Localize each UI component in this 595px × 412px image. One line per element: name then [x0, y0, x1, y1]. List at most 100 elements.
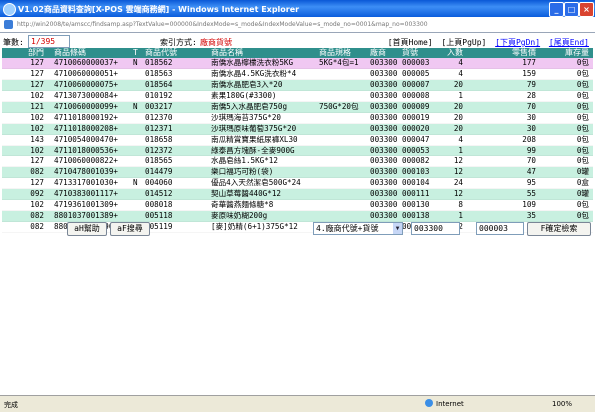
table-row[interactable]: 121 4710060000099+ N 003217 南僑5入水晶肥皂750g 750G… — [2, 101, 593, 113]
first-page-link[interactable]: [首頁Home] — [388, 38, 433, 47]
header-barcode[interactable]: 商品條碼 — [54, 48, 128, 58]
header-name[interactable]: 商品名稱 — [211, 48, 317, 58]
search-button[interactable]: aF搜尋 — [110, 222, 150, 236]
table-cell: 008018 — [145, 200, 173, 210]
table-row[interactable]: 102 4711018000208+ 012371 沙琪瑪原味葡萄375G*20 003… — [2, 123, 593, 135]
page-count-label: 筆數: — [3, 38, 24, 47]
next-page-link[interactable]: [下頁PgDn] — [495, 38, 540, 47]
globe-icon — [425, 399, 433, 407]
header-dept[interactable]: 部門 — [2, 48, 44, 58]
table-row[interactable]: 143 4710054000470+ 018658 南瓜精賞寶果紙尿褲XL30 0033… — [2, 134, 593, 146]
table-cell: 優品4入天然潔皂500G*24 — [211, 178, 301, 188]
table-cell: 000104 — [402, 178, 430, 188]
table-row[interactable]: 127 4713317001030+ N 004060 優品4入天然潔皂500G*24 0… — [2, 178, 593, 190]
table-cell: 000009 — [402, 101, 430, 111]
address-bar[interactable]: http://win2008/te/amscc/findsamp.asp?Tex… — [0, 17, 595, 33]
chevron-down-icon[interactable]: ▼ — [393, 223, 402, 234]
table-cell: 003300 — [370, 156, 398, 166]
table-cell: 0罐 — [576, 189, 589, 199]
table-cell: 8801037001389+ — [54, 211, 119, 221]
prev-page-link[interactable]: [上頁PgUp] — [441, 38, 486, 47]
table-cell: 127 — [30, 178, 44, 188]
table-cell: 018658 — [145, 134, 173, 144]
address-url[interactable]: http://win2008/te/amscc/findsamp.asp?Tex… — [17, 21, 428, 28]
table-cell: 南瓜精賞寶果紙尿褲XL30 — [211, 134, 298, 144]
table-cell: 127 — [30, 79, 44, 89]
header-spec[interactable]: 商品規格 — [319, 48, 367, 58]
table-cell: 20 — [453, 79, 463, 89]
table-cell: 003300 — [370, 167, 398, 177]
header-code[interactable]: 商品代號 — [145, 48, 203, 58]
header-type[interactable]: T — [133, 48, 143, 58]
table-row[interactable]: 127 4710060000822+ 018565 水晶皂絲1.5KG*12 00330… — [2, 156, 593, 168]
table-cell: 南僑水晶肥皂3入*20 — [211, 79, 283, 89]
table-cell: 8 — [458, 200, 463, 210]
minimize-icon[interactable]: _ — [549, 2, 564, 17]
table-cell: 4710060000822+ — [54, 156, 119, 166]
table-cell: 0包 — [576, 58, 589, 67]
table-cell: 000005 — [402, 68, 430, 78]
table-cell: 0包 — [576, 79, 589, 89]
table-cell: 003300 — [370, 79, 398, 89]
index-mode-select[interactable]: 4.廠商代號+貨號 ▼ — [313, 222, 403, 235]
vendor-input[interactable]: 003300 — [411, 222, 460, 235]
table-cell: 0包 — [576, 90, 589, 100]
table-cell: 47 — [526, 167, 536, 177]
header-vendor[interactable]: 廠商 — [370, 48, 400, 58]
header-item-no[interactable]: 貨號 — [402, 48, 436, 58]
table-cell: 4710054000470+ — [54, 134, 119, 144]
table-row[interactable]: 127 4710060000075+ 018564 南僑水晶肥皂3入*20 003300… — [2, 79, 593, 91]
product-table: 部門 商品條碼 T 商品代號 商品名稱 商品規格 廠商 貨號 入數 零售價 庫存量 127 47100… — [2, 48, 593, 233]
table-row[interactable]: 127 4710060000051+ 018563 南僑水晶4.5KG洗衣粉*4 003… — [2, 68, 593, 80]
table-cell: 0包 — [576, 123, 589, 133]
close-icon[interactable]: × — [579, 2, 594, 17]
table-cell: 4713317001030+ — [54, 178, 119, 188]
table-cell: 109 — [522, 200, 536, 210]
last-page-link[interactable]: [尾頁End] — [549, 38, 589, 47]
table-cell: 12 — [453, 156, 463, 166]
page-content: 筆數: 1/395 索引方式: 廠商貨號 [首頁Home] [上頁PgUp] [… — [0, 33, 595, 395]
header-price[interactable]: 零售價 — [482, 48, 536, 58]
table-cell: 4719361001309+ — [54, 200, 119, 210]
zone-label: Internet — [436, 400, 464, 408]
table-row[interactable]: 102 4711018000192+ 012370 沙琪瑪海苔375G*20 00330… — [2, 112, 593, 124]
table-cell: 018562 — [145, 58, 173, 67]
table-cell: 003300 — [370, 178, 398, 188]
help-button[interactable]: aH幫助 — [67, 222, 107, 236]
table-cell: 12 — [453, 167, 463, 177]
table-cell: 003300 — [370, 123, 398, 133]
table-cell: 素果180G(#3300) — [211, 90, 277, 100]
page-count-field[interactable]: 1/395 — [28, 35, 70, 48]
table-cell: 102 — [30, 123, 44, 133]
header-stock[interactable]: 庫存量 — [547, 48, 589, 58]
table-cell: 000130 — [402, 200, 430, 210]
confirm-search-button[interactable]: F確定檢索 — [527, 222, 591, 236]
table-row[interactable]: 082 4710478001039+ 014479 樂口福巧可粉(袋) 003300 00… — [2, 167, 593, 179]
table-cell: 102 — [30, 90, 44, 100]
table-row[interactable]: 082 8801037001389+ 005118 麥原味奶糊200g 003300 00… — [2, 211, 593, 223]
table-row[interactable]: 102 4719361001309+ 008018 奇華醬燕麵條糖*8 003300 00… — [2, 200, 593, 212]
table-cell: N — [133, 58, 138, 67]
table-cell: 4710060000075+ — [54, 79, 119, 89]
table-cell: 000020 — [402, 123, 430, 133]
item-number-input[interactable]: 000003 — [476, 222, 524, 235]
table-cell: 麥原味奶糊200g — [211, 211, 268, 221]
table-row[interactable]: 102 4711018000536+ 012372 綠泰昌方塊酥-全麥900G 0033… — [2, 145, 593, 157]
table-cell: 012370 — [145, 112, 173, 122]
table-cell: 70 — [526, 156, 536, 166]
window-title: V1.02商品資料查詢[X-POS 雲端商務網] - Windows Inter… — [18, 5, 300, 14]
table-cell: 0包 — [576, 156, 589, 166]
table-cell: 1 — [458, 90, 463, 100]
maximize-icon[interactable]: □ — [564, 2, 579, 17]
table-row[interactable]: 092 4710383001117+ 014512 契山草莓醬440G*12 00330… — [2, 189, 593, 201]
zoom-level[interactable]: 100% — [552, 400, 572, 408]
table-cell: 127 — [30, 58, 44, 67]
table-cell: 4711018000192+ — [54, 112, 119, 122]
table-cell: 20 — [453, 112, 463, 122]
table-cell: 30 — [526, 123, 536, 133]
table-row[interactable]: 127 4710060000037+ N 018562 南僑水晶檸檬洗衣粉5KG 5KG*… — [2, 58, 593, 69]
table-cell: 082 — [30, 222, 44, 232]
table-row[interactable]: 102 4713073000084+ 010192 素果180G(#3300) 0033… — [2, 90, 593, 102]
table-cell: 0包 — [576, 112, 589, 122]
header-pack[interactable]: 入數 — [437, 48, 463, 58]
